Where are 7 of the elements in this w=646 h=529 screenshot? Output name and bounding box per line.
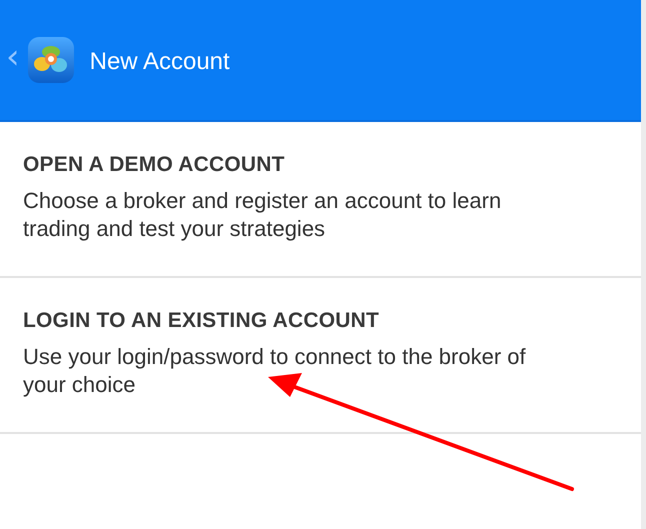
screen-title: New Account (90, 48, 230, 76)
option-description: Choose a broker and register an account to learn trading and test your strategies (23, 187, 502, 243)
account-option[interactable]: OPEN A DEMO ACCOUNT Choose a broker and register an account to learn trading and test your strategies (0, 122, 641, 278)
option-description: Use your login/password to connect to the broker of your choice (23, 343, 527, 399)
app-icon (28, 37, 74, 83)
option-title: OPEN A DEMO ACCOUNT (23, 153, 286, 177)
option-title: LOGIN TO AN EXISTING ACCOUNT (23, 309, 380, 333)
